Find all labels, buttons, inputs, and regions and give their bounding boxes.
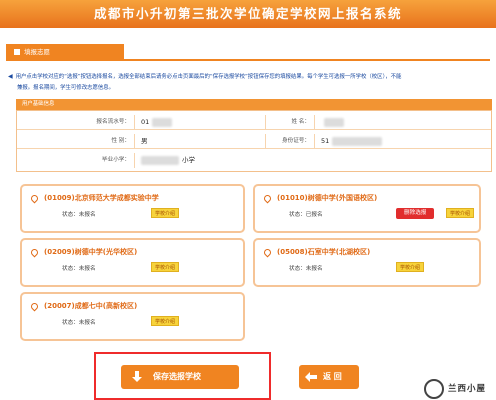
school-card: (05008)石室中学(北湖校区) 状态：未报名 学校介绍	[253, 238, 481, 287]
watermark-text: 兰西小屋	[448, 384, 487, 394]
school-title: (02009)树德中学(光华校区)	[29, 247, 137, 257]
school-intro-button[interactable]: 学校介绍	[151, 262, 180, 272]
reg-no-value: 01	[135, 115, 265, 130]
watermark-logo-icon	[424, 379, 444, 399]
id-label: 身份证号：	[265, 134, 315, 149]
back-button-label: 返 回	[323, 372, 342, 381]
save-selection-button[interactable]: 保存选报学校	[121, 365, 239, 389]
notice-line-1: 用户点击学校对应的“选报”按钮选择报名，选报全部结束后请务必点击页面最后的“保存…	[15, 74, 402, 80]
name-label: 姓 名：	[265, 115, 315, 130]
redaction	[141, 155, 179, 165]
location-pin-icon	[262, 193, 273, 203]
school-status: 状态：未报名	[62, 320, 96, 326]
info-row: 毕业小学： 小学	[17, 153, 491, 168]
save-button-label: 保存选报学校	[153, 372, 201, 381]
redaction	[332, 136, 383, 146]
location-pin-icon	[29, 301, 40, 311]
triangle-icon: ◀	[8, 73, 13, 80]
location-pin-icon	[29, 193, 40, 203]
section-divider	[6, 59, 490, 61]
section-title: 填报志愿	[24, 48, 50, 56]
school-intro-button[interactable]: 学校介绍	[151, 316, 180, 326]
page-title: 成都市小升初第三批次学位确定学校网上报名系统	[0, 0, 496, 28]
reg-no-label: 报名流水号：	[17, 115, 135, 130]
name-value	[315, 115, 485, 130]
gender-label: 性 别：	[17, 134, 135, 149]
school-title: (01010)树德中学(外国语校区)	[262, 193, 377, 203]
gender-value: 男	[141, 137, 148, 145]
school-card: (01009)北京师范大学成都实验中学 状态：未报名 学校介绍	[20, 184, 245, 233]
school-value: 小学	[135, 153, 485, 168]
school-label: 毕业小学：	[17, 153, 135, 168]
square-icon	[14, 49, 20, 55]
info-row: 性 别： 男 身份证号： 51	[17, 134, 491, 149]
redaction	[324, 117, 344, 127]
school-card: (20007)成都七中(高新校区) 状态：未报名 学校介绍	[20, 292, 245, 341]
section-tab: 填报志愿	[6, 44, 124, 60]
school-status: 状态：未报名	[289, 266, 323, 272]
download-arrow-icon	[132, 371, 142, 382]
location-pin-icon	[262, 247, 273, 257]
student-info-table: 报名流水号： 01 姓 名： 性 别： 男 身份证号： 51 毕业小学： 小学	[16, 110, 492, 172]
back-button[interactable]: 返 回	[299, 365, 359, 389]
school-intro-button[interactable]: 学校介绍	[446, 208, 475, 218]
school-status: 状态：未报名	[62, 266, 96, 272]
back-arrow-icon	[305, 372, 317, 382]
watermark: 兰西小屋	[420, 378, 496, 400]
redaction	[152, 117, 173, 127]
location-pin-icon	[29, 247, 40, 257]
school-card: (01010)树德中学(外国语校区) 状态：已报名 删除选报 学校介绍	[253, 184, 481, 233]
id-value: 51	[315, 134, 485, 149]
school-title: (05008)石室中学(北湖校区)	[262, 247, 370, 257]
school-intro-button[interactable]: 学校介绍	[396, 262, 425, 272]
school-title: (01009)北京师范大学成都实验中学	[29, 193, 159, 203]
info-row: 报名流水号： 01 姓 名：	[17, 115, 491, 130]
school-intro-button[interactable]: 学校介绍	[151, 208, 180, 218]
delete-selection-button[interactable]: 删除选报	[396, 208, 435, 219]
school-status: 状态：未报名	[62, 212, 96, 218]
school-status: 状态：已报名	[289, 212, 323, 218]
info-header: 用户基础信息	[16, 99, 492, 110]
school-title: (20007)成都七中(高新校区)	[29, 301, 137, 311]
school-card: (02009)树德中学(光华校区) 状态：未报名 学校介绍	[20, 238, 245, 287]
notice-line-2: 兼报。报名期间，学生可修改志愿信息。	[17, 85, 115, 91]
notice-text: ◀ 用户点击学校对应的“选报”按钮选择报名，选报全部结束后请务必点击页面最后的“保…	[8, 71, 492, 94]
